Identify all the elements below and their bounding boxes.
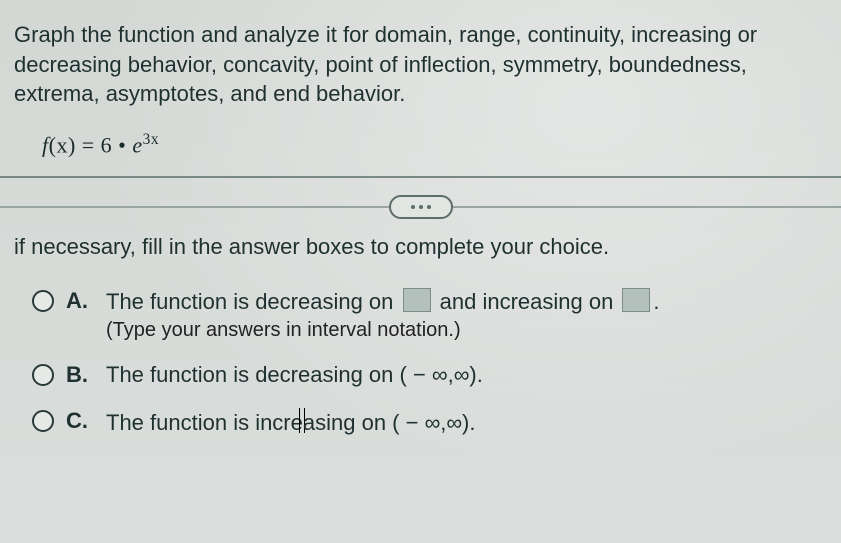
question-prompt: Graph the function and analyze it for do… <box>14 20 827 109</box>
answer-box-2[interactable] <box>622 288 650 312</box>
radio-c[interactable] <box>32 410 54 432</box>
choice-a-hint: (Type your answers in interval notation.… <box>106 319 827 342</box>
choice-c-post: sing on ( − ∞,∞). <box>315 411 475 436</box>
radio-a[interactable] <box>32 290 54 312</box>
choice-a-part1: The function is decreasing on <box>106 289 400 314</box>
choice-c-letter: C. <box>66 408 94 434</box>
choice-a-letter: A. <box>66 288 94 314</box>
choice-a-part2: and increasing on <box>434 289 620 314</box>
choice-b[interactable]: B. The function is decreasing on ( − ∞,∞… <box>32 362 827 388</box>
choice-c[interactable]: C. The function is increasing on ( − ∞,∞… <box>32 408 827 436</box>
choice-c-text: The function is increasing on ( − ∞,∞). <box>106 408 827 436</box>
answer-box-1[interactable] <box>403 288 431 312</box>
answer-block: if necessary, fill in the answer boxes t… <box>0 208 841 474</box>
choice-a[interactable]: A. The function is decreasing on and inc… <box>32 288 827 342</box>
choice-b-letter: B. <box>66 362 94 388</box>
choice-c-mid: a <box>303 411 315 436</box>
function-expression: f(x) = 6 • e3x <box>42 131 827 158</box>
choice-c-pre: The function is incre <box>106 411 303 436</box>
instruction-text: if necessary, fill in the answer boxes t… <box>14 234 827 260</box>
radio-b[interactable] <box>32 364 54 386</box>
section-divider <box>0 206 841 208</box>
question-block: Graph the function and analyze it for do… <box>0 0 841 178</box>
choice-b-text: The function is decreasing on ( − ∞,∞). <box>106 362 827 388</box>
choice-a-part3: . <box>653 289 659 314</box>
choice-a-text: The function is decreasing on and increa… <box>106 288 827 342</box>
ellipsis-button[interactable] <box>389 195 453 219</box>
